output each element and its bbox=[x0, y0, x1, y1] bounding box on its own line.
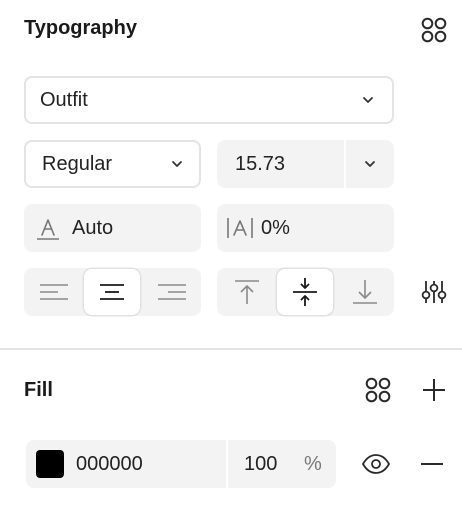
text-align-group bbox=[24, 268, 201, 316]
sliders-icon bbox=[421, 281, 447, 303]
font-family-value: Outfit bbox=[40, 89, 88, 111]
minus-icon bbox=[421, 463, 443, 465]
toggle-visibility-button[interactable] bbox=[358, 446, 394, 482]
font-family-select[interactable]: Outfit bbox=[24, 76, 394, 124]
align-center-icon bbox=[100, 284, 124, 300]
chevron-down-icon bbox=[360, 92, 376, 108]
typography-section-title: Typography bbox=[24, 17, 137, 39]
font-weight-value: Regular bbox=[42, 153, 113, 175]
align-right-icon bbox=[157, 284, 186, 300]
align-right-button[interactable] bbox=[142, 268, 201, 316]
align-left-icon bbox=[39, 284, 68, 300]
color-swatch[interactable] bbox=[36, 450, 64, 478]
letter-spacing-icon bbox=[225, 214, 255, 242]
opacity-input[interactable]: 100 bbox=[244, 452, 277, 476]
fill-section-title: Fill bbox=[24, 379, 53, 401]
line-height-field[interactable]: Auto bbox=[24, 204, 201, 252]
font-size-dropdown-button[interactable] bbox=[346, 140, 394, 188]
letter-spacing-field[interactable]: 0% bbox=[217, 204, 394, 252]
color-opacity-divider bbox=[226, 440, 228, 488]
align-middle-button[interactable] bbox=[277, 269, 333, 315]
align-bottom-button[interactable] bbox=[335, 268, 394, 316]
font-size-field: 15.73 bbox=[217, 140, 394, 188]
align-top-button[interactable] bbox=[217, 268, 276, 316]
vertical-align-group bbox=[217, 268, 394, 316]
eye-icon bbox=[362, 454, 390, 474]
add-fill-button[interactable] bbox=[416, 372, 452, 408]
align-middle-icon bbox=[293, 278, 317, 306]
chevron-down-icon bbox=[169, 156, 185, 172]
line-height-icon bbox=[34, 214, 62, 242]
remove-fill-button[interactable] bbox=[414, 446, 450, 482]
chevron-down-icon bbox=[365, 161, 375, 167]
font-weight-select[interactable]: Regular bbox=[24, 140, 201, 188]
opacity-unit: % bbox=[304, 453, 322, 475]
font-size-input[interactable]: 15.73 bbox=[235, 152, 345, 176]
color-hex-input[interactable]: 000000 bbox=[76, 452, 143, 476]
typography-options-button[interactable] bbox=[416, 12, 452, 48]
four-circles-icon bbox=[365, 377, 391, 403]
fill-options-button[interactable] bbox=[360, 372, 396, 408]
plus-icon bbox=[423, 379, 445, 401]
fill-color-row: 000000 100 % bbox=[26, 440, 336, 488]
align-center-button[interactable] bbox=[84, 269, 140, 315]
line-height-value: Auto bbox=[72, 217, 114, 239]
section-divider bbox=[0, 348, 462, 350]
four-circles-icon bbox=[421, 17, 447, 43]
text-options-button[interactable] bbox=[416, 274, 452, 310]
align-bottom-icon bbox=[352, 280, 377, 304]
align-left-button[interactable] bbox=[24, 268, 83, 316]
letter-spacing-value: 0% bbox=[261, 217, 290, 239]
align-top-icon bbox=[234, 280, 259, 304]
